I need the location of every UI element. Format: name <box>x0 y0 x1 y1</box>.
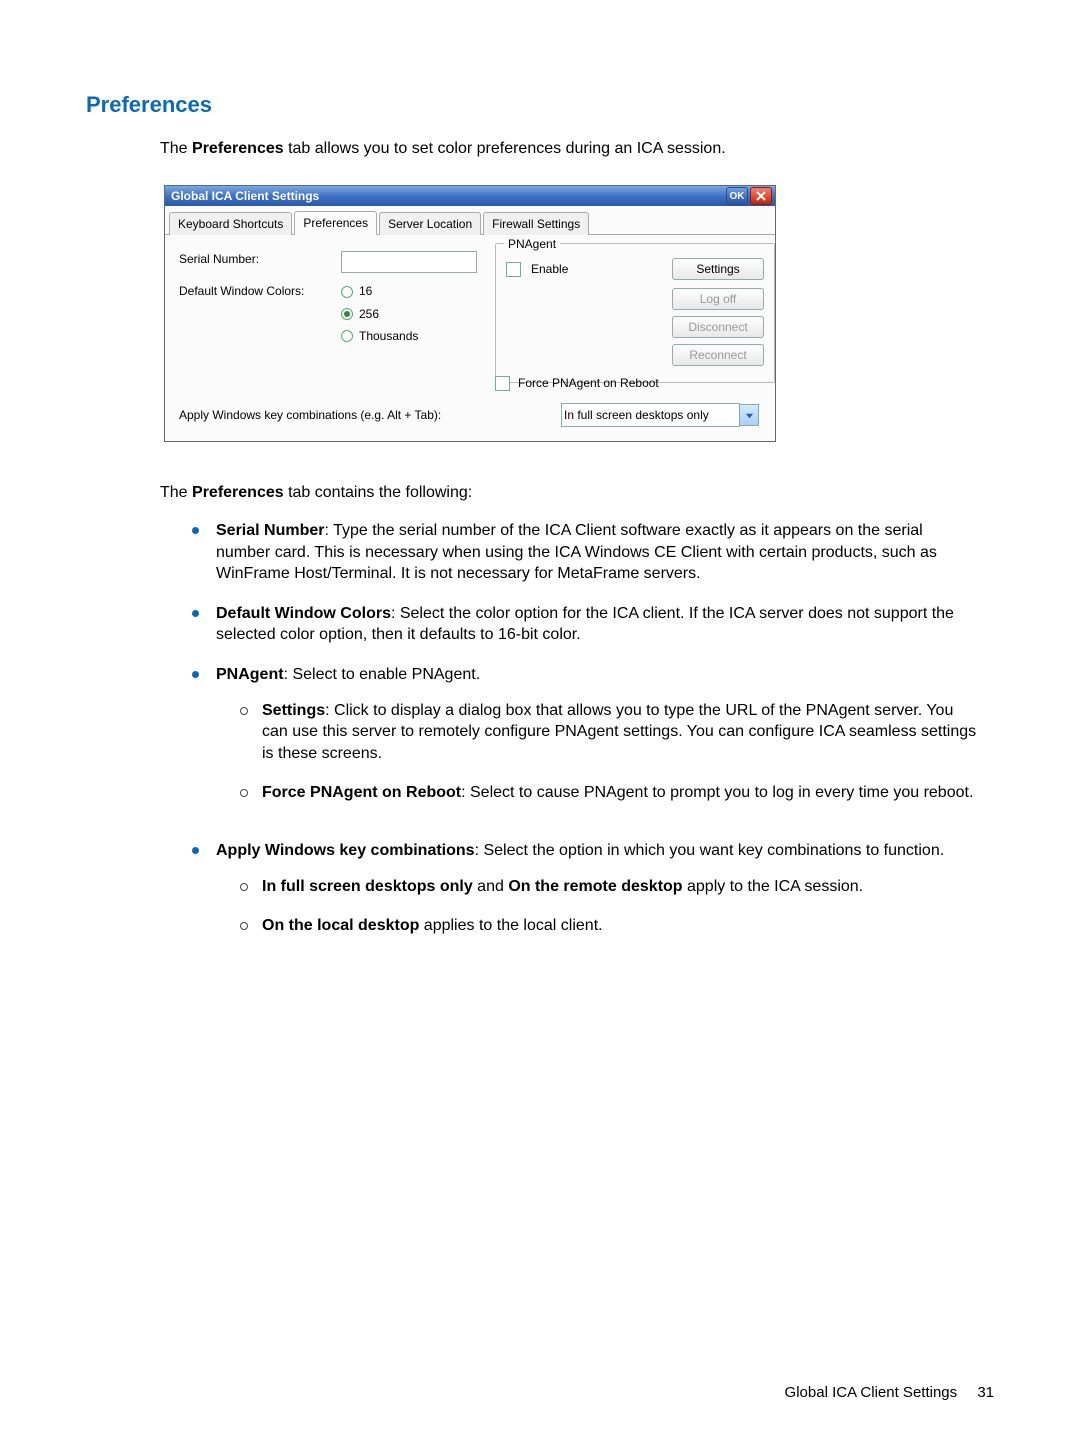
radio-icon <box>341 330 353 342</box>
log-off-button[interactable]: Log off <box>672 288 764 310</box>
item-term: Apply Windows key combinations <box>216 842 475 859</box>
intro-bold: Preferences <box>192 140 284 157</box>
global-ica-settings-dialog: Global ICA Client Settings OK Keyboard S… <box>164 185 776 442</box>
radio-256-label: 256 <box>359 306 379 322</box>
radio-256[interactable]: 256 <box>341 306 418 322</box>
disconnect-button[interactable]: Disconnect <box>672 316 764 338</box>
apply-keycombo-label: Apply Windows key combinations (e.g. Alt… <box>179 407 441 423</box>
intro-text: The Preferences tab allows you to set co… <box>160 138 994 160</box>
item-text: : Select the option in which you want ke… <box>475 842 945 859</box>
item-term: In full screen desktops only <box>262 878 473 895</box>
footer-label: Global ICA Client Settings <box>785 1384 958 1401</box>
settings-button[interactable]: Settings <box>672 258 764 280</box>
list-item: Force PNAgent on Reboot: Select to cause… <box>240 782 978 822</box>
radio-16-label: 16 <box>359 283 372 299</box>
item-text: : Type the serial number of the ICA Clie… <box>216 522 937 582</box>
preferences-panel: Serial Number: Default Window Colors: 16… <box>165 235 775 441</box>
close-icon <box>756 191 766 201</box>
item-text: applies to the local client. <box>419 917 602 934</box>
radio-icon <box>341 286 353 298</box>
serial-number-input[interactable] <box>341 251 477 273</box>
ok-button[interactable]: OK <box>726 187 748 205</box>
apply-keycombo-row: Apply Windows key combinations (e.g. Alt… <box>179 403 759 427</box>
item-term: PNAgent <box>216 666 284 683</box>
sub-list: Settings: Click to display a dialog box … <box>240 700 978 822</box>
section-title: Preferences <box>86 90 994 120</box>
intro-post: tab allows you to set color preferences … <box>284 140 726 157</box>
intro-pre: The <box>160 140 192 157</box>
enable-label: Enable <box>531 261 568 277</box>
list-item: On the local desktop applies to the loca… <box>240 915 978 955</box>
dialog-titlebar[interactable]: Global ICA Client Settings OK <box>165 186 775 206</box>
enable-checkbox[interactable] <box>506 262 521 277</box>
page-footer: Global ICA Client Settings 31 <box>785 1383 994 1403</box>
list-item: Apply Windows key combinations: Select t… <box>192 840 994 973</box>
item-term: Serial Number <box>216 522 324 539</box>
radio-icon <box>341 308 353 320</box>
item-text: : Select to cause PNAgent to prompt you … <box>461 784 973 801</box>
item-term2: On the remote desktop <box>508 878 682 895</box>
force-pnagent-checkbox[interactable] <box>495 376 510 391</box>
pnagent-group: PNAgent Enable Settings Log off Disconne… <box>495 243 775 383</box>
window-colors-radios: 16 256 Thousands <box>341 283 418 344</box>
item-term: Settings <box>262 702 325 719</box>
radio-thousands-label: Thousands <box>359 328 418 344</box>
dialog-title: Global ICA Client Settings <box>171 188 319 204</box>
radio-16[interactable]: 16 <box>341 283 418 299</box>
body-intro: The Preferences tab contains the followi… <box>160 482 994 504</box>
list-item: Serial Number: Type the serial number of… <box>192 520 994 603</box>
body-intro-post: tab contains the following: <box>284 484 473 501</box>
list-item: Settings: Click to display a dialog box … <box>240 700 978 783</box>
page-number: 31 <box>977 1384 994 1401</box>
list-item: Default Window Colors: Select the color … <box>192 603 994 664</box>
list-item: PNAgent: Select to enable PNAgent. Setti… <box>192 664 994 840</box>
serial-number-label: Serial Number: <box>179 251 341 267</box>
radio-thousands[interactable]: Thousands <box>341 328 418 344</box>
tab-preferences[interactable]: Preferences <box>294 211 377 235</box>
item-term: Force PNAgent on Reboot <box>262 784 461 801</box>
force-pnagent-label: Force PNAgent on Reboot <box>518 375 659 391</box>
tab-server-location[interactable]: Server Location <box>379 212 481 235</box>
close-button[interactable] <box>750 187 772 205</box>
item-text: : Click to display a dialog box that all… <box>262 702 976 762</box>
body-intro-bold: Preferences <box>192 484 284 501</box>
item-term: On the local desktop <box>262 917 419 934</box>
reconnect-button[interactable]: Reconnect <box>672 344 764 366</box>
list-item: In full screen desktops only and On the … <box>240 876 978 916</box>
chevron-down-icon <box>745 411 754 420</box>
apply-keycombo-select[interactable] <box>561 403 740 427</box>
item-text: apply to the ICA session. <box>683 878 864 895</box>
tab-firewall-settings[interactable]: Firewall Settings <box>483 212 589 235</box>
preferences-description-list: Serial Number: Type the serial number of… <box>192 520 994 973</box>
item-mid: and <box>473 878 509 895</box>
pnagent-group-title: PNAgent <box>504 236 560 252</box>
tab-strip: Keyboard Shortcuts Preferences Server Lo… <box>165 206 775 235</box>
force-pnagent-row: Force PNAgent on Reboot <box>495 375 659 391</box>
item-text: : Select to enable PNAgent. <box>284 666 481 683</box>
default-window-colors-label: Default Window Colors: <box>179 283 341 299</box>
tab-keyboard-shortcuts[interactable]: Keyboard Shortcuts <box>169 212 292 235</box>
body-intro-pre: The <box>160 484 192 501</box>
item-term: Default Window Colors <box>216 605 391 622</box>
sub-list: In full screen desktops only and On the … <box>240 876 978 955</box>
dropdown-button[interactable] <box>740 404 759 426</box>
